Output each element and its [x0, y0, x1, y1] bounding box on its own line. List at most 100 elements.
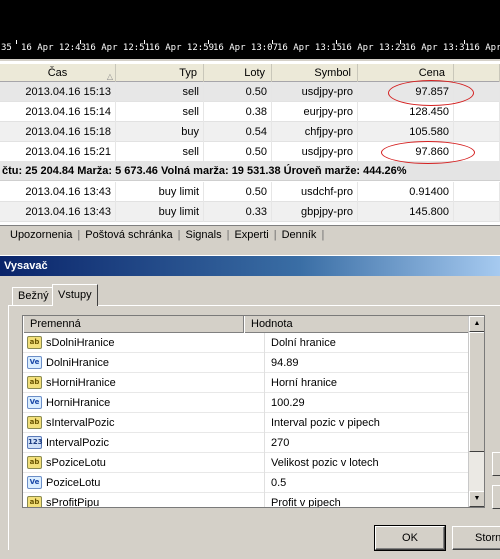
- order-type: buy: [116, 122, 204, 142]
- param-row[interactable]: ab sDolniHranice Dolní hranice: [23, 333, 470, 353]
- column-header-label: Čas: [47, 67, 68, 79]
- ok-button[interactable]: OK: [374, 525, 446, 551]
- tab-journal[interactable]: Denník: [282, 229, 317, 241]
- tab-experts[interactable]: Experti: [234, 229, 268, 241]
- param-row[interactable]: Ve PoziceLotu 0.5: [23, 473, 470, 493]
- param-value[interactable]: Horní hranice: [271, 373, 337, 393]
- order-price: 105.580: [358, 122, 454, 142]
- param-value[interactable]: 270: [271, 433, 289, 453]
- cancel-button[interactable]: Storn: [452, 526, 500, 550]
- order-lots: 0.50: [204, 82, 272, 102]
- param-value[interactable]: Dolní hranice: [271, 333, 336, 353]
- order-time: 2013.04.16 13:43: [0, 182, 116, 202]
- param-value[interactable]: 94.89: [271, 353, 299, 373]
- time-tick: 16 Apr 12:59: [149, 43, 215, 53]
- string-param-icon: ab: [27, 456, 42, 469]
- double-param-icon: Ve: [27, 356, 42, 369]
- order-lots: 0.38: [204, 102, 272, 122]
- time-tick: 16 Apr: [469, 43, 500, 53]
- param-row[interactable]: Ve HorniHranice 100.29: [23, 393, 470, 413]
- column-header-variable[interactable]: Premenná: [23, 316, 244, 333]
- scroll-down-icon[interactable]: ▼: [469, 491, 484, 507]
- order-type: sell: [116, 82, 204, 102]
- param-row[interactable]: ab sProfitPipu Profit v pipech: [23, 493, 470, 508]
- order-extra: [454, 122, 500, 142]
- order-lots: 0.50: [204, 182, 272, 202]
- param-value[interactable]: 100.29: [271, 393, 305, 413]
- string-param-icon: ab: [27, 416, 42, 429]
- param-value[interactable]: Profit v pipech: [271, 493, 341, 507]
- string-param-icon: ab: [27, 496, 42, 507]
- double-param-icon: Ve: [27, 476, 42, 489]
- order-type: buy limit: [116, 202, 204, 222]
- tab-inputs[interactable]: Vstupy: [52, 284, 98, 306]
- param-name: sDolniHranice: [46, 337, 115, 349]
- param-name: sProfitPipu: [46, 497, 100, 508]
- price-highlight-circle: [388, 80, 474, 106]
- vertical-scrollbar[interactable]: ▲ ▼: [468, 316, 484, 507]
- order-time: 2013.04.16 15:18: [0, 122, 116, 142]
- order-symbol: usdjpy-pro: [272, 82, 358, 102]
- order-time: 2013.04.16 13:43: [0, 202, 116, 222]
- scroll-thumb[interactable]: [469, 332, 484, 452]
- chart-area[interactable]: 35 16 Apr 12:43 16 Apr 12:51 16 Apr 12:5…: [0, 0, 500, 59]
- pending-order-row[interactable]: 2013.04.16 13:43 buy limit 0.50 usdchf-p…: [0, 182, 500, 202]
- time-tick: 16 Apr 13:23: [341, 43, 407, 53]
- string-param-icon: ab: [27, 336, 42, 349]
- order-lots: 0.50: [204, 142, 272, 162]
- order-symbol: chfjpy-pro: [272, 122, 358, 142]
- column-header-value[interactable]: Hodnota: [244, 316, 470, 333]
- side-button[interactable]: [492, 485, 500, 509]
- side-button[interactable]: [492, 452, 500, 476]
- order-symbol: eurjpy-pro: [272, 102, 358, 122]
- time-tick: 16 Apr 12:51: [85, 43, 151, 53]
- param-name: sPoziceLotu: [46, 457, 106, 469]
- param-row[interactable]: Ve DolniHranice 94.89: [23, 353, 470, 373]
- order-time: 2013.04.16 15:13: [0, 82, 116, 102]
- time-tick: 16 Apr 13:31: [405, 43, 471, 53]
- time-axis: 35 16 Apr 12:43 16 Apr 12:51 16 Apr 12:5…: [0, 40, 500, 59]
- param-name: HorniHranice: [46, 397, 111, 409]
- param-name: DolniHranice: [46, 357, 109, 369]
- time-tick: 16 Apr 12:43: [21, 43, 87, 53]
- grid-header: Premenná Hodnota: [23, 316, 470, 333]
- scroll-up-icon[interactable]: ▲: [469, 316, 484, 332]
- order-symbol: gbpjpy-pro: [272, 202, 358, 222]
- param-name: sHorniHranice: [46, 377, 116, 389]
- tab-alerts[interactable]: Upozornenia: [10, 229, 72, 241]
- param-row[interactable]: ab sHorniHranice Horní hranice: [23, 373, 470, 393]
- column-header-symbol[interactable]: Symbol: [272, 64, 358, 82]
- order-lots: 0.54: [204, 122, 272, 142]
- price-highlight-circle: [381, 141, 475, 164]
- column-header-extra[interactable]: [454, 64, 500, 82]
- pending-order-row[interactable]: 2013.04.16 13:43 buy limit 0.33 gbpjpy-p…: [0, 202, 500, 222]
- tab-signals[interactable]: Signals: [186, 229, 222, 241]
- time-tick: 16 Apr 13:07: [213, 43, 279, 53]
- column-header-time[interactable]: Čas △: [0, 64, 116, 82]
- time-tick: 35: [1, 43, 12, 53]
- column-header-type[interactable]: Typ: [116, 64, 204, 82]
- param-value[interactable]: 0.5: [271, 473, 286, 493]
- account-summary: čtu: 25 204.84 Marža: 5 673.46 Volná mar…: [0, 161, 500, 181]
- tab-mailbox[interactable]: Poštová schránka: [85, 229, 172, 241]
- order-time: 2013.04.16 15:14: [0, 102, 116, 122]
- tab-common[interactable]: Bežný: [12, 287, 55, 305]
- order-extra: [454, 202, 500, 222]
- param-row[interactable]: ab sIntervalPozic Interval pozic v pipec…: [23, 413, 470, 433]
- tick-mark: [16, 40, 17, 44]
- order-price: 0.91400: [358, 182, 454, 202]
- order-lots: 0.33: [204, 202, 272, 222]
- order-type: sell: [116, 102, 204, 122]
- column-header-lots[interactable]: Loty: [204, 64, 272, 82]
- param-row[interactable]: 123 IntervalPozic 270: [23, 433, 470, 453]
- time-tick: 16 Apr 13:15: [277, 43, 343, 53]
- param-name: IntervalPozic: [46, 437, 109, 449]
- param-value[interactable]: Velikost pozic v lotech: [271, 453, 379, 473]
- param-value[interactable]: Interval pozic v pipech: [271, 413, 380, 433]
- dialog-titlebar[interactable]: Vysavač: [0, 256, 500, 276]
- double-param-icon: Ve: [27, 396, 42, 409]
- param-row[interactable]: ab sPoziceLotu Velikost pozic v lotech: [23, 453, 470, 473]
- order-extra: [454, 102, 500, 122]
- order-row[interactable]: 2013.04.16 15:18 buy 0.54 chfjpy-pro 105…: [0, 122, 500, 142]
- param-name: sIntervalPozic: [46, 417, 115, 429]
